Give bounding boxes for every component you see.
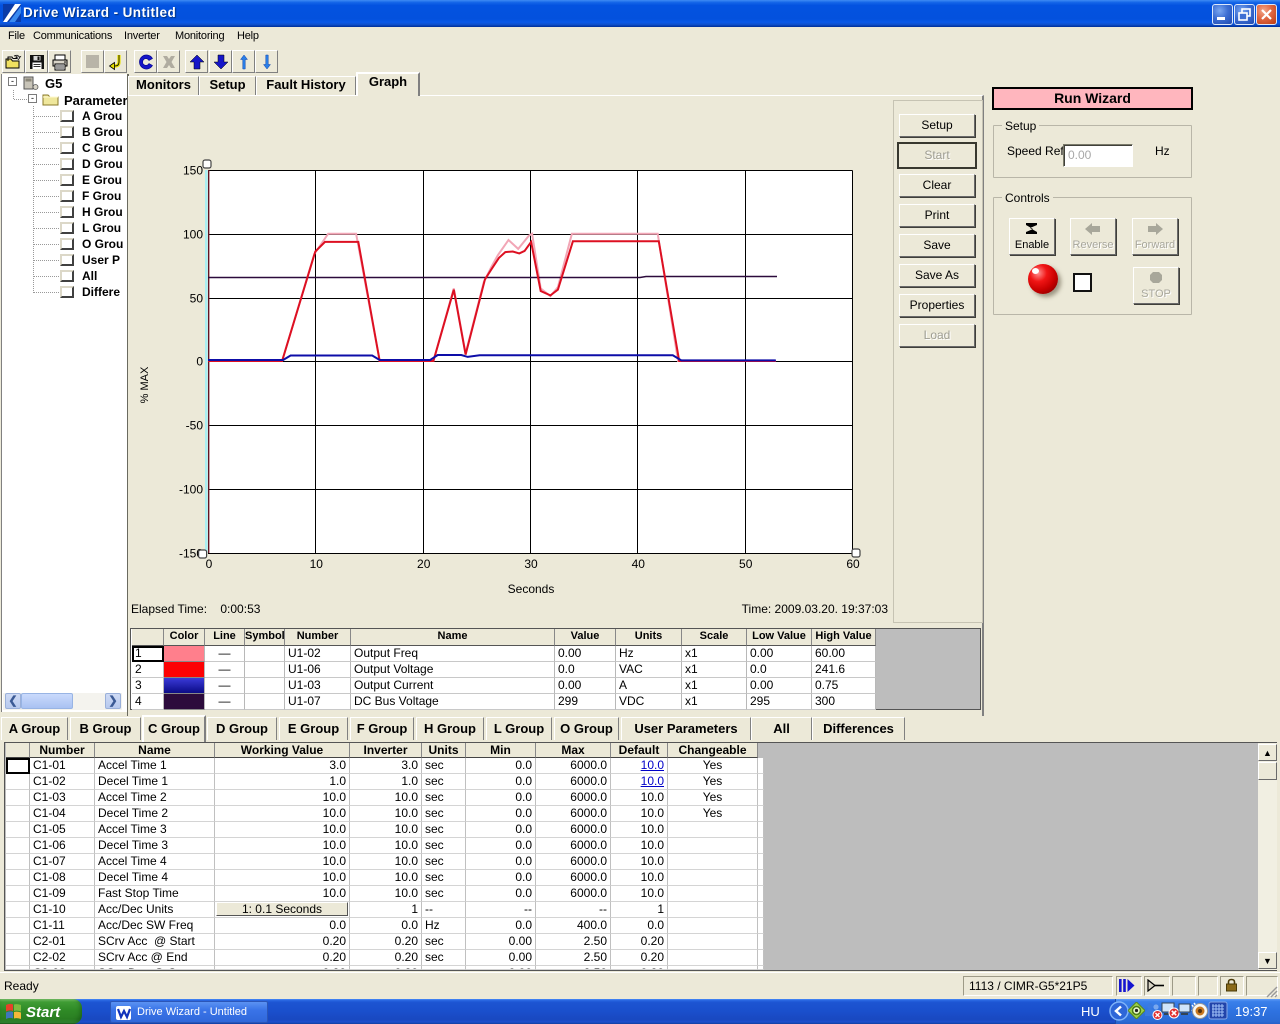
svg-text:100: 100 [183,228,203,242]
svg-text:% MAX: % MAX [139,366,151,403]
svg-text:Start: Start [26,1004,61,1021]
svg-text:40: 40 [632,557,646,571]
svg-text:30: 30 [524,557,538,571]
svg-text:0: 0 [206,557,213,571]
svg-text:10: 10 [310,557,324,571]
svg-text:150: 150 [183,164,203,178]
svg-text:0: 0 [196,355,203,369]
svg-text:20: 20 [417,557,431,571]
svg-text:50: 50 [190,292,204,306]
svg-text:50: 50 [739,557,753,571]
svg-text:-50: -50 [186,419,204,433]
svg-text:Seconds: Seconds [508,582,555,596]
svg-text:-100: -100 [179,483,203,497]
svg-text:60: 60 [846,557,860,571]
